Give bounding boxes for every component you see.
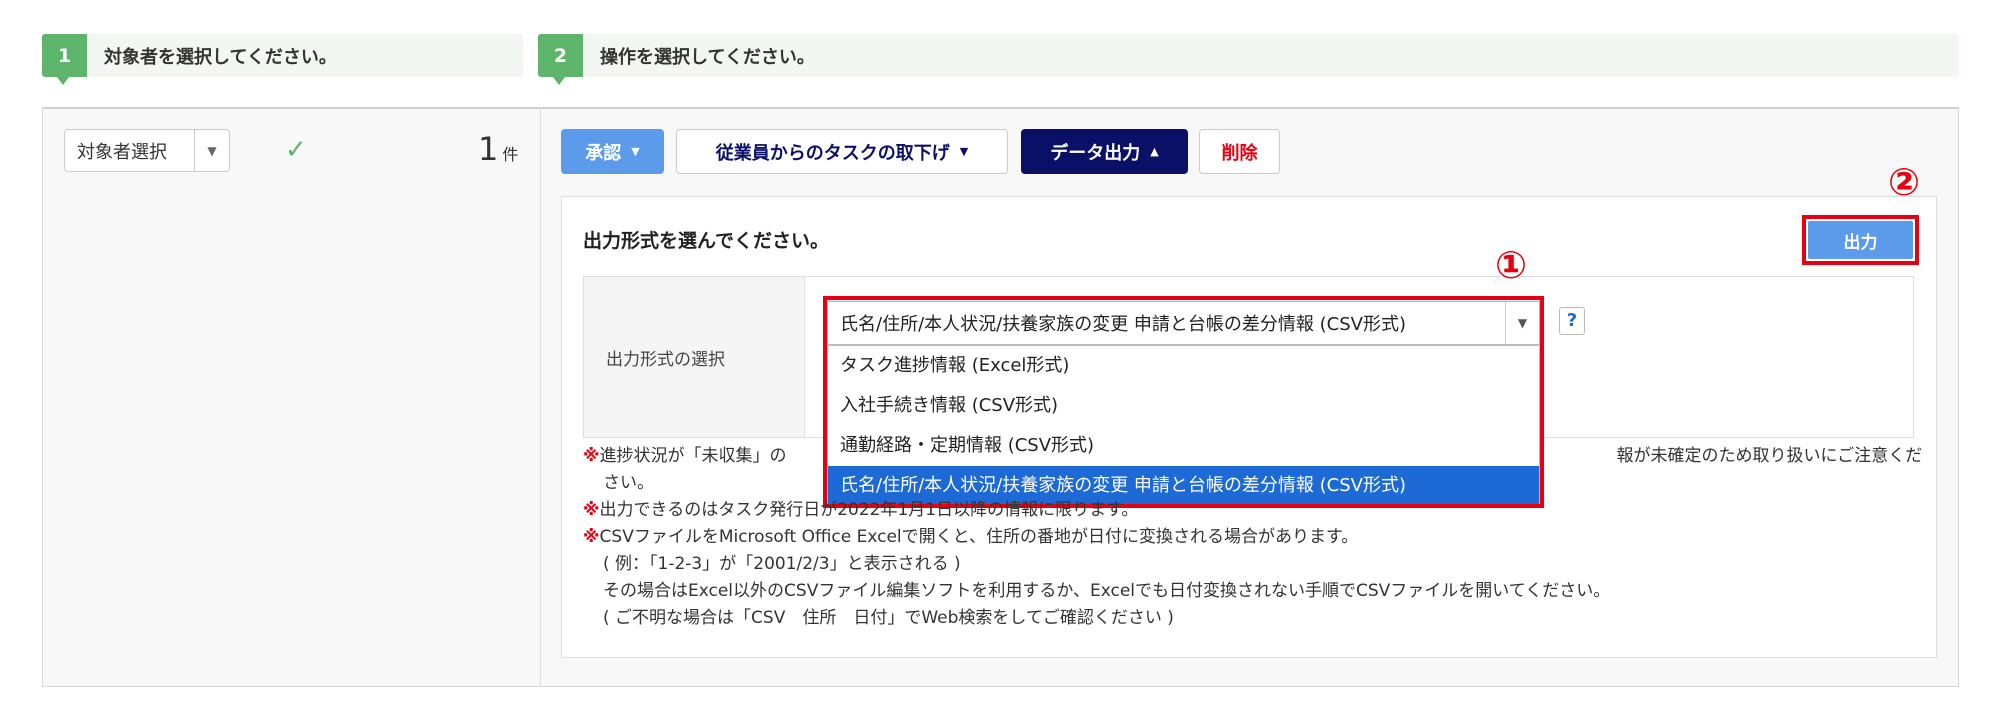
- note-mark: ※: [583, 527, 600, 547]
- step-text: 操作を選択してください。: [600, 46, 815, 68]
- format-row-label: 出力形式の選択: [584, 277, 805, 437]
- note-mark: ※: [583, 500, 600, 520]
- annotation-1: ①: [1495, 243, 1528, 287]
- step-1: 1 対象者を選択してください。: [42, 34, 523, 85]
- caret-down-icon: ▼: [959, 145, 969, 158]
- note-3-example: ( 例：「1-2-3」が「2001/2/3」と表示される ): [603, 554, 961, 574]
- step-2: 2 操作を選択してください。: [538, 34, 1959, 85]
- delete-label: 削除: [1221, 142, 1258, 164]
- count-unit: 件: [502, 145, 519, 164]
- data-output-label: データ出力: [1050, 142, 1141, 164]
- note-3-advice: その場合はExcel以外のCSVファイル編集ソフトを利用するか、Excelでも日…: [603, 581, 1611, 601]
- caret-down-icon: ▼: [631, 145, 640, 158]
- note-3-search: ( ご不明な場合は「CSV 住所 日付」でWeb検索をしてご確認ください ): [603, 608, 1174, 628]
- annotation-2: ②: [1888, 160, 1921, 204]
- step-number: 1: [42, 34, 87, 85]
- withdraw-task-button[interactable]: 従業員からのタスクの取下げ ▼: [676, 129, 1008, 174]
- note-1b: 報が未確定のため取り扱いにご注意ください。: [603, 446, 1923, 493]
- note-2: 出力できるのはタスク発行日が2022年1月1日以降の情報に限ります。: [599, 500, 1139, 520]
- note-3: CSVファイルをMicrosoft Office Excelで開くと、住所の番地…: [599, 527, 1359, 547]
- count-value: 1: [478, 130, 499, 168]
- note-1a: 進捗状況が「未収集」の: [599, 446, 787, 466]
- approve-label: 承認: [585, 142, 622, 164]
- caret-up-icon: ▲: [1150, 145, 1159, 158]
- check-icon: ✓: [285, 135, 307, 165]
- step-number: 2: [538, 34, 583, 85]
- note-mark: ※: [583, 446, 600, 466]
- selected-count: 1件: [478, 130, 518, 168]
- highlight-box-output: [1802, 215, 1919, 265]
- column-divider: [540, 107, 541, 687]
- help-icon[interactable]: ?: [1559, 307, 1585, 335]
- output-heading: 出力形式を選んでください。: [583, 230, 830, 252]
- approve-button[interactable]: 承認 ▼: [561, 129, 664, 174]
- data-output-button[interactable]: データ出力 ▲: [1021, 129, 1188, 174]
- notes: ※進捗状況が「未収集」の 報が未確定のため取り扱いにご注意ください。 ※出力できる…: [583, 443, 1923, 632]
- caret-down-icon: ▼: [207, 143, 217, 158]
- delete-button[interactable]: 削除: [1199, 129, 1280, 174]
- target-select-label: 対象者選択: [65, 130, 195, 171]
- step-text: 対象者を選択してください。: [104, 46, 337, 68]
- withdraw-label: 従業員からのタスクの取下げ: [715, 142, 950, 164]
- target-select[interactable]: 対象者選択 ▼: [64, 129, 230, 172]
